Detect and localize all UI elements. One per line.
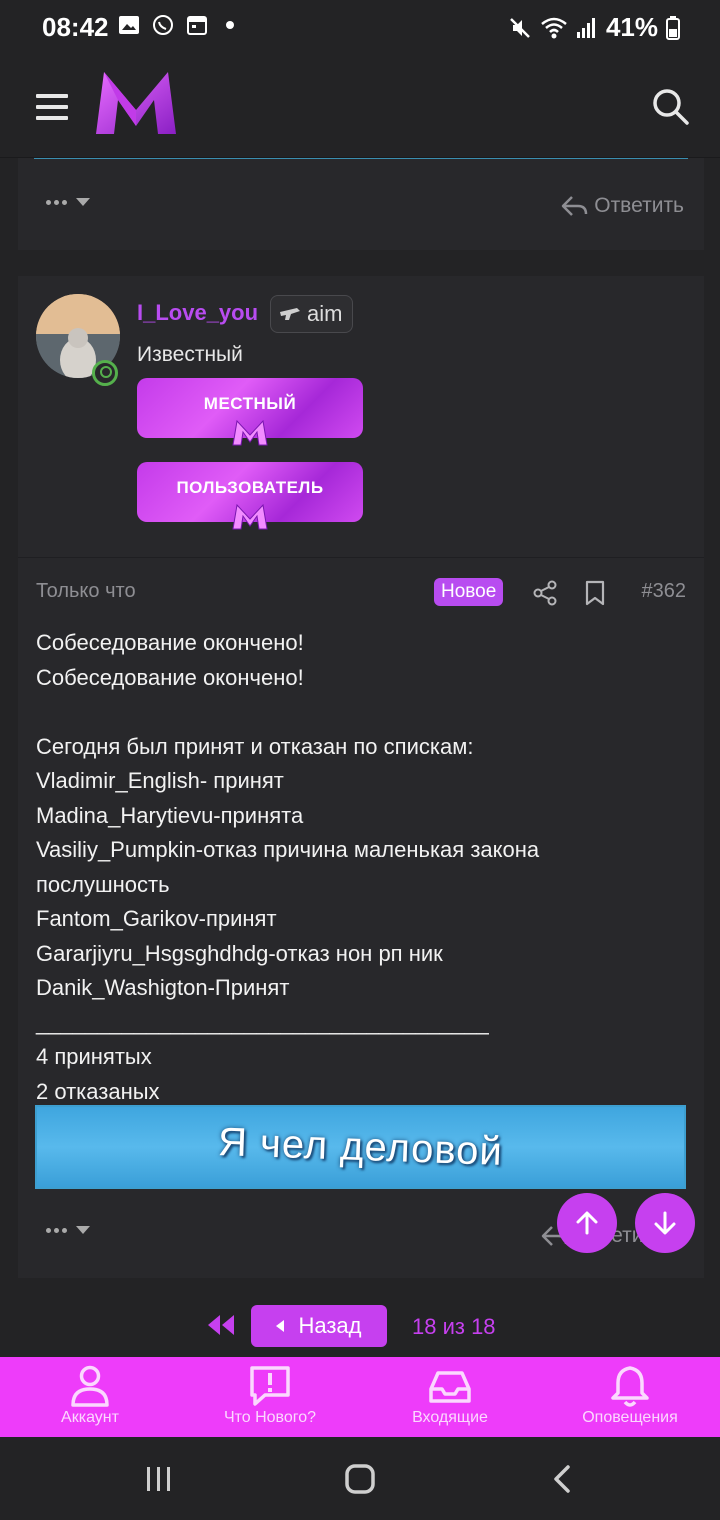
user-tag-label: aim <box>307 301 343 326</box>
post-line: Собеседование окончено! <box>36 630 304 655</box>
post-line: 2 отказаных <box>36 1078 160 1104</box>
post-line: Собеседование окончено! <box>36 664 304 690</box>
post-card: I_Love_you aim Известный МЕСТНЫЙ ПОЛЬЗОВ… <box>18 276 704 1278</box>
reply-button[interactable]: Ответить <box>560 194 684 218</box>
m-logo-icon <box>232 504 268 530</box>
online-status-icon <box>92 360 118 386</box>
first-page-icon[interactable] <box>206 1314 236 1336</box>
back-page-label: Назад <box>298 1313 362 1338</box>
post-line: Vasiliy_Pumpkin-отказ причина маленькая … <box>36 837 540 862</box>
wifi-icon <box>541 17 567 38</box>
m-logo-icon[interactable] <box>94 70 178 136</box>
nav-label: Аккаунт <box>61 1409 119 1426</box>
status-notification-icons <box>118 14 234 36</box>
post-line: Madina_Harytievu-принята <box>36 802 304 828</box>
divider <box>34 158 688 159</box>
gallery-icon <box>119 16 139 34</box>
recent-apps-icon[interactable] <box>144 1465 174 1493</box>
page-info[interactable]: 18 из 18 <box>412 1314 496 1340</box>
nav-whats-new[interactable]: Что Нового? <box>180 1357 360 1437</box>
home-icon[interactable] <box>344 1463 376 1495</box>
battery-percent: 41% <box>605 12 658 42</box>
m-logo-icon <box>232 420 268 446</box>
back-page-button[interactable]: Назад <box>251 1305 387 1347</box>
user-info-block: I_Love_you aim Известный МЕСТНЫЙ ПОЛЬЗОВ… <box>18 276 704 558</box>
scroll-down-button[interactable] <box>635 1193 695 1253</box>
scroll-up-button[interactable] <box>557 1193 617 1253</box>
post-time[interactable]: Только что <box>36 580 136 603</box>
new-badge: Новое <box>434 578 504 606</box>
user-banner-user: ПОЛЬЗОВАТЕЛЬ <box>137 462 363 530</box>
battery-icon <box>666 15 680 40</box>
user-icon <box>71 1365 109 1407</box>
calendar-icon <box>187 16 207 35</box>
nav-inbox[interactable]: Входящие <box>360 1357 540 1437</box>
arrow-up-icon <box>576 1211 598 1235</box>
nav-label: Что Нового? <box>223 1409 317 1426</box>
signature-image: Я чел деловой <box>35 1105 686 1189</box>
mute-icon <box>510 17 530 38</box>
post-number[interactable]: #362 <box>642 580 687 603</box>
post-line: _____________________________________ <box>36 1009 489 1035</box>
previous-post-footer: Ответить <box>18 158 704 250</box>
bell-icon <box>611 1366 649 1407</box>
username-link[interactable]: I_Love_you <box>137 300 258 326</box>
user-tag: aim <box>270 295 354 333</box>
share-icon[interactable] <box>532 580 558 606</box>
inbox-icon <box>429 1371 471 1403</box>
app-header <box>0 54 720 158</box>
status-time: 08:42 <box>42 12 109 42</box>
more-notifications-dot <box>226 21 234 29</box>
post-line: Fantom_Garikov-принят <box>36 906 277 931</box>
signal-icon <box>576 17 595 38</box>
post-line: Gararjiyru_Hsgsghdhdg-отказ нон рп ник <box>36 940 443 966</box>
post-line: Сегодня был принят и отказан по спискам: <box>36 733 474 759</box>
hamburger-icon[interactable] <box>36 94 68 120</box>
post-line: 4 принятых <box>36 1044 152 1069</box>
whatsapp-icon <box>153 15 173 35</box>
reply-icon <box>561 196 588 216</box>
nav-account[interactable]: Аккаунт <box>0 1357 180 1437</box>
post-line: послушность <box>36 871 170 897</box>
status-system-icons: 41% <box>508 12 680 43</box>
status-bar: 08:42 41% <box>0 0 720 54</box>
search-icon[interactable] <box>650 86 690 126</box>
user-title: Известный <box>137 343 243 366</box>
post-body: Собеседование окончено! Собеседование око… <box>36 626 686 1109</box>
reply-label: Ответить <box>594 194 684 217</box>
signature-image-text: Я чел деловой <box>217 1119 504 1174</box>
nav-label: Входящие <box>412 1409 488 1426</box>
banner-label: ПОЛЬЗОВАТЕЛЬ <box>176 478 324 497</box>
chevron-left-icon <box>276 1320 285 1332</box>
post-line <box>36 695 686 730</box>
bookmark-icon[interactable] <box>584 580 606 606</box>
post-line: Vladimir_English- принят <box>36 768 284 793</box>
nav-label: Оповещения <box>582 1409 678 1426</box>
more-actions-button[interactable] <box>46 1226 90 1234</box>
arrow-down-icon <box>654 1211 676 1235</box>
post-line: Danik_Washigton-Принят <box>36 975 290 1000</box>
post-meta: Только что Новое #362 <box>18 558 704 618</box>
more-actions-button[interactable] <box>46 198 90 206</box>
gun-icon <box>280 308 300 320</box>
system-nav-bar <box>0 1437 720 1520</box>
whats-new-icon <box>250 1366 290 1406</box>
banner-label: МЕСТНЫЙ <box>203 394 297 413</box>
back-icon[interactable] <box>550 1464 574 1494</box>
user-banner-local: МЕСТНЫЙ <box>137 378 363 446</box>
pagination: Назад 18 из 18 <box>0 1300 720 1350</box>
nav-notifications[interactable]: Оповещения <box>540 1357 720 1437</box>
bottom-nav: Аккаунт Что Нового? Входящие Оповещения <box>0 1357 720 1437</box>
